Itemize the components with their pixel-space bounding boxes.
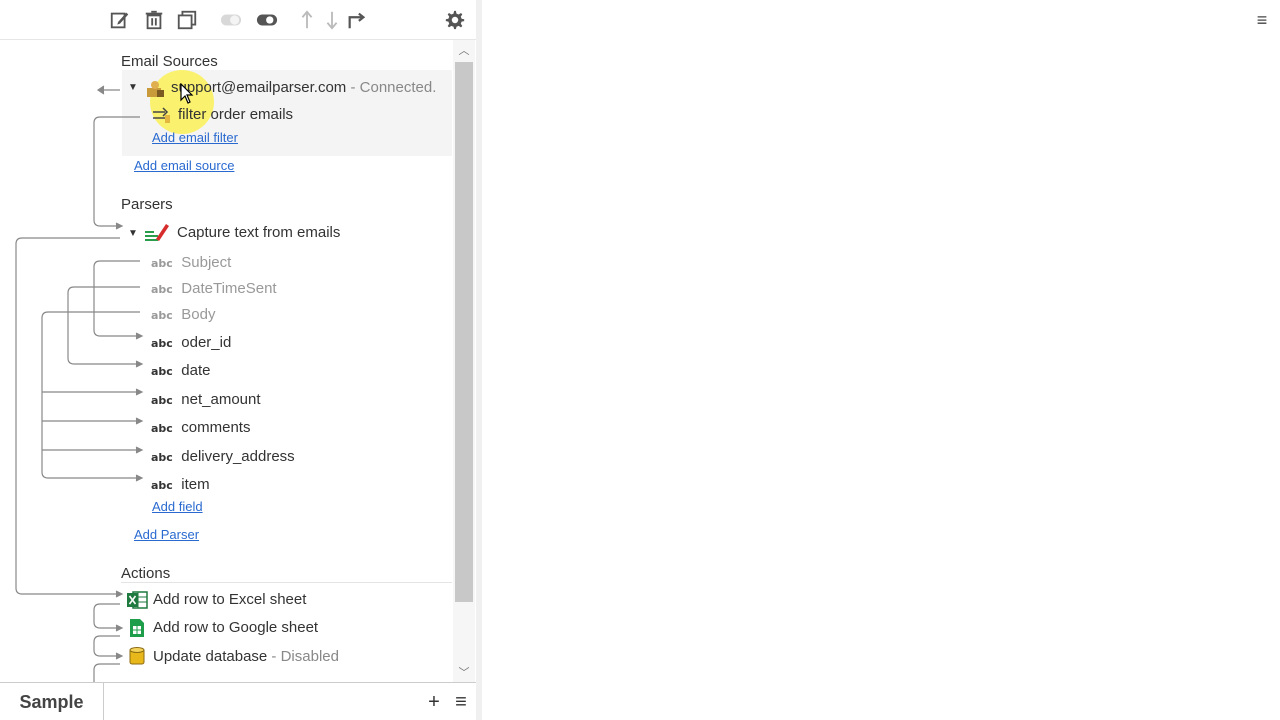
text-field-icon: abc xyxy=(151,283,173,296)
field-label: comments xyxy=(181,419,251,436)
scroll-down-icon[interactable]: ﹀ xyxy=(453,662,475,682)
email-filter-item[interactable]: filter order emails xyxy=(178,106,293,123)
field-label: item xyxy=(181,476,210,493)
email-source-status: - Connected. xyxy=(346,79,437,96)
action-item[interactable]: Add row to Google sheet xyxy=(153,619,318,636)
parser-item[interactable]: Capture text from emails xyxy=(177,224,340,241)
arrow-down-icon[interactable] xyxy=(320,8,344,32)
bottom-bar: Sample + ≡ xyxy=(0,682,476,720)
email-sources-title: Email Sources xyxy=(121,53,218,70)
field-label: DateTimeSent xyxy=(181,280,277,297)
field-label: Subject xyxy=(181,254,232,271)
filter-icon xyxy=(151,106,171,124)
field-label: oder_id xyxy=(181,334,232,351)
parsers-title: Parsers xyxy=(121,196,173,213)
collapse-caret-icon[interactable]: ▼ xyxy=(128,82,138,93)
sample-tab[interactable]: Sample xyxy=(0,683,104,720)
action-label: Update database xyxy=(153,648,268,665)
text-field-icon: abc xyxy=(151,451,173,464)
delete-icon[interactable] xyxy=(142,8,166,32)
detail-pane xyxy=(482,0,1280,720)
add-icon[interactable]: + xyxy=(424,691,444,713)
text-field-icon: abc xyxy=(151,479,173,492)
field-row[interactable]: abc delivery_address xyxy=(151,448,295,466)
email-source-item[interactable]: support@emailparser.com - Connected. xyxy=(171,79,436,96)
actions-title: Actions xyxy=(121,565,171,582)
text-field-icon: abc xyxy=(151,257,173,270)
field-row[interactable]: abc date xyxy=(151,362,210,380)
mouse-cursor-icon xyxy=(180,82,194,105)
field-label: delivery_address xyxy=(181,448,295,465)
email-source-address: support@emailparser.com xyxy=(171,79,347,96)
parser-collapse-caret-icon[interactable]: ▼ xyxy=(128,228,138,239)
field-row[interactable]: abc Body xyxy=(151,306,215,324)
field-row[interactable]: abc net_amount xyxy=(151,391,261,409)
action-status: - Disabled xyxy=(267,648,339,665)
google-sheets-icon xyxy=(128,618,146,638)
add-field-link[interactable]: Add field xyxy=(152,499,203,514)
text-field-icon: abc xyxy=(151,309,173,322)
toggle-off-icon[interactable] xyxy=(219,8,243,32)
edit-icon[interactable] xyxy=(108,8,132,32)
toolbar xyxy=(0,0,476,40)
add-parser-link[interactable]: Add Parser xyxy=(134,527,199,542)
text-field-icon: abc xyxy=(151,422,173,435)
excel-icon xyxy=(126,590,148,610)
scroll-thumb[interactable] xyxy=(455,62,473,602)
hamburger-menu-icon[interactable]: ≡ xyxy=(1252,10,1272,30)
scroll-up-icon[interactable]: ︿ xyxy=(453,40,475,60)
tree-scrollbar[interactable]: ︿ ﹀ xyxy=(453,40,475,682)
field-label: net_amount xyxy=(181,391,261,408)
field-row[interactable]: abc comments xyxy=(151,419,250,437)
field-label: date xyxy=(181,362,211,379)
menu-icon[interactable]: ≡ xyxy=(451,691,471,713)
database-icon xyxy=(127,646,147,666)
add-email-filter-link[interactable]: Add email filter xyxy=(152,130,238,145)
text-field-icon: abc xyxy=(151,337,173,350)
field-row[interactable]: abc item xyxy=(151,476,210,494)
field-row[interactable]: abc DateTimeSent xyxy=(151,280,277,298)
actions-divider xyxy=(121,582,452,583)
email-parser-app: Email Sources ▼ support@emailparser.com … xyxy=(0,0,1280,720)
field-row[interactable]: abc oder_id xyxy=(151,334,231,352)
parser-capture-icon xyxy=(144,221,170,243)
action-item[interactable]: Add row to Excel sheet xyxy=(153,591,306,608)
email-account-icon xyxy=(145,80,165,98)
redirect-icon[interactable] xyxy=(345,8,369,32)
arrow-up-icon[interactable] xyxy=(295,8,319,32)
add-email-source-link[interactable]: Add email source xyxy=(134,158,234,173)
workflow-tree: Email Sources ▼ support@emailparser.com … xyxy=(0,40,476,682)
toggle-on-icon[interactable] xyxy=(255,8,279,32)
action-item[interactable]: Update database - Disabled xyxy=(153,648,339,665)
gear-icon[interactable] xyxy=(443,8,467,32)
text-field-icon: abc xyxy=(151,394,173,407)
field-row[interactable]: abc Subject xyxy=(151,254,231,272)
text-field-icon: abc xyxy=(151,365,173,378)
field-label: Body xyxy=(181,306,216,323)
copy-icon[interactable] xyxy=(175,8,199,32)
